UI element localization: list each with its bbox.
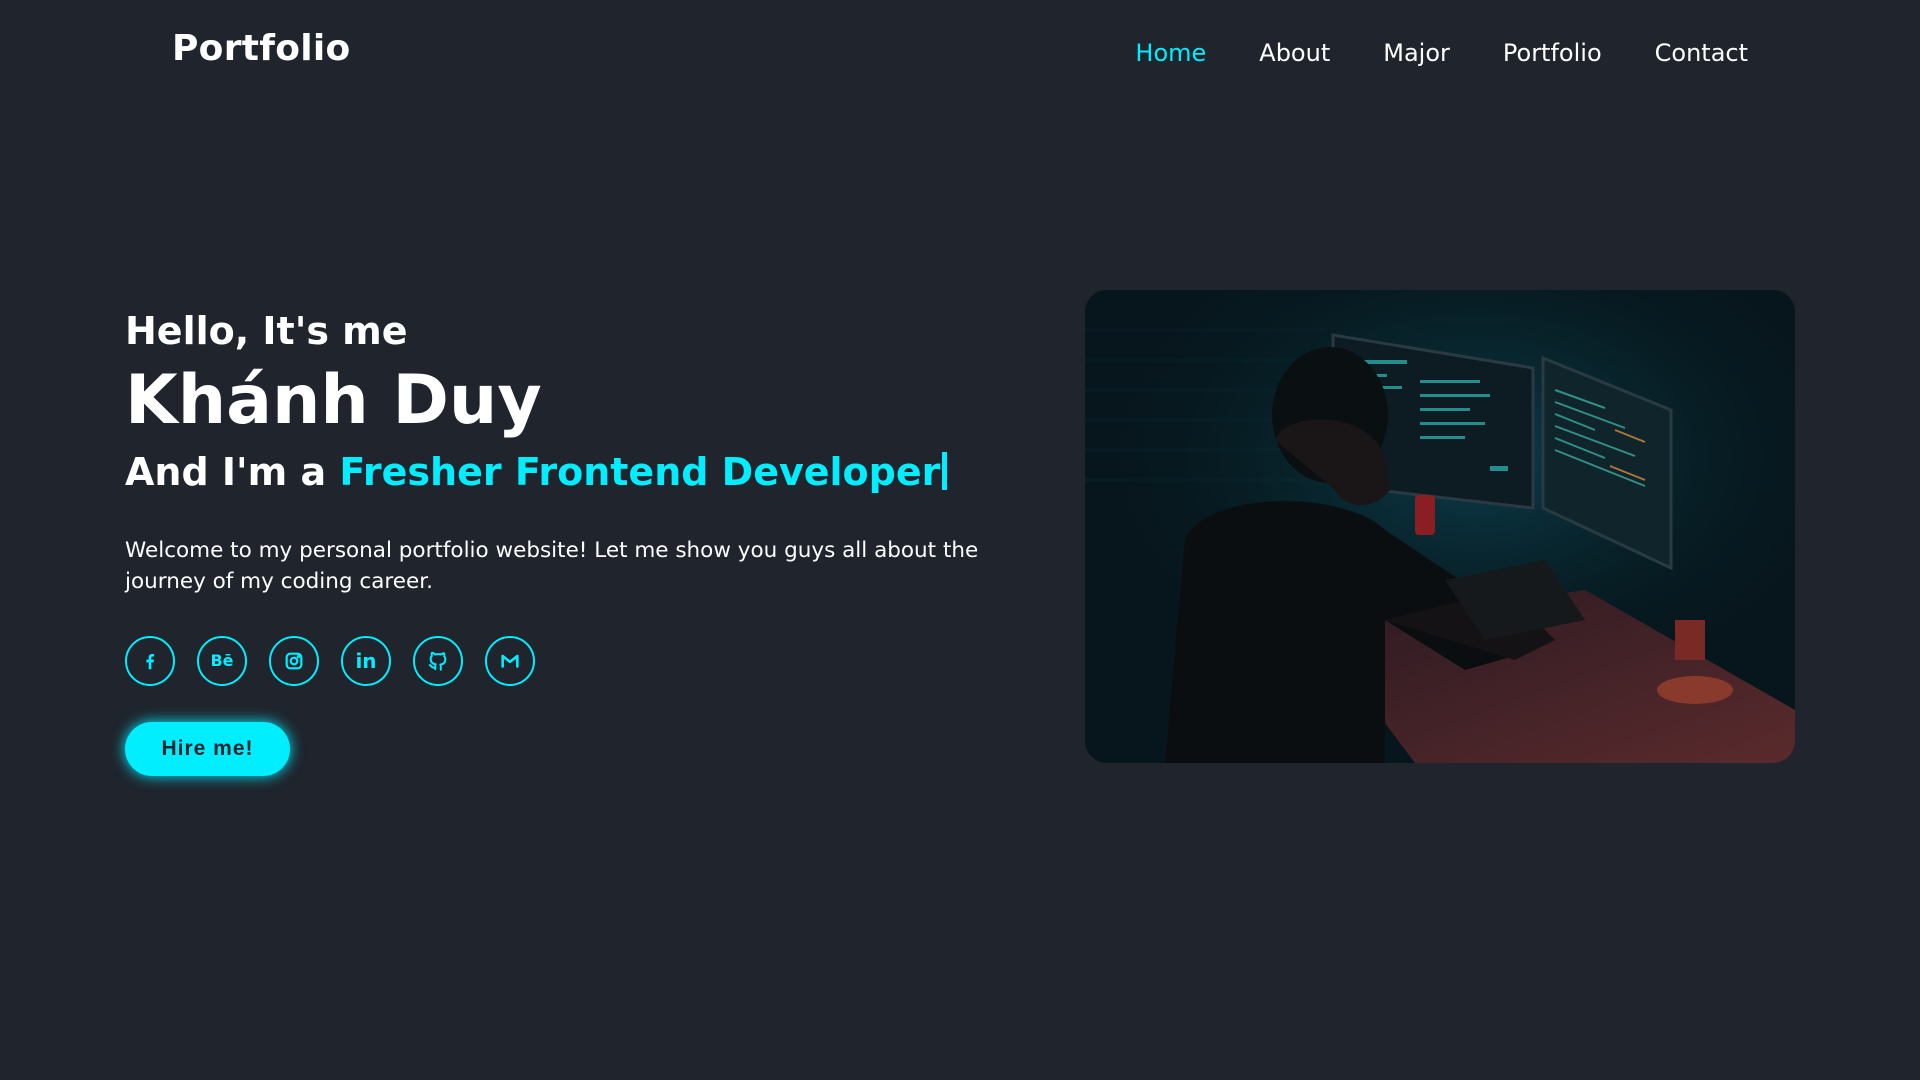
site-header: Portfolio Home About Major Portfolio Con… [0, 0, 1920, 106]
behance-link[interactable]: Bē [197, 636, 247, 686]
github-link[interactable] [413, 636, 463, 686]
facebook-icon [146, 653, 155, 670]
nav-home[interactable]: Home [1135, 38, 1206, 68]
hero-photo [1085, 290, 1795, 763]
hero-greeting: Hello, It's me [125, 309, 408, 353]
linkedin-link[interactable]: in [341, 636, 391, 686]
hero-name: Khánh Duy [125, 361, 542, 440]
gmail-icon [501, 654, 519, 668]
hire-me-button[interactable]: Hire me! [125, 722, 290, 776]
hero-role: And I'm a Fresher Frontend Developer [125, 447, 985, 497]
nav-portfolio[interactable]: Portfolio [1503, 38, 1602, 68]
facebook-link[interactable] [125, 636, 175, 686]
hero-content: Hello, It's me Khánh Duy And I'm a Fresh… [125, 306, 985, 776]
typing-caret [942, 452, 948, 490]
nav-about[interactable]: About [1259, 38, 1330, 68]
linkedin-icon: in [355, 649, 377, 673]
social-links: Bē in [125, 636, 985, 686]
developer-at-desk-illustration [1085, 290, 1795, 763]
portfolio-page: Portfolio Home About Major Portfolio Con… [0, 0, 1920, 1080]
gmail-link[interactable] [485, 636, 535, 686]
instagram-link[interactable] [269, 636, 319, 686]
nav-major[interactable]: Major [1383, 38, 1450, 68]
main-nav: Home About Major Portfolio Contact [1135, 38, 1748, 68]
instagram-icon [285, 652, 303, 670]
role-highlight: Fresher Frontend Developer [339, 450, 941, 494]
github-icon [428, 651, 447, 671]
behance-icon: Bē [210, 651, 234, 670]
role-prefix: And I'm a [125, 450, 340, 494]
hero-intro: Welcome to my personal portfolio website… [125, 538, 979, 594]
nav-contact[interactable]: Contact [1655, 38, 1748, 68]
site-logo[interactable]: Portfolio [172, 28, 351, 69]
